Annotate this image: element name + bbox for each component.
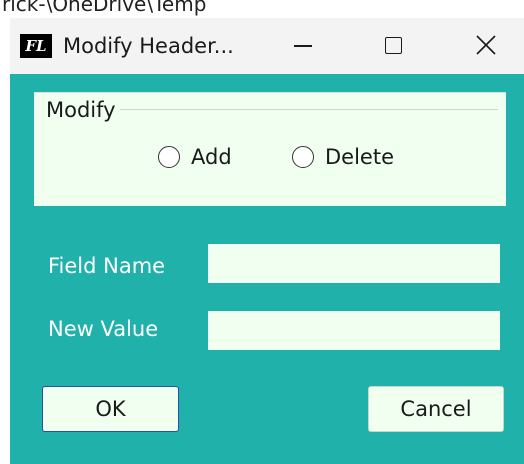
modify-group: Modify Add Delete <box>34 92 506 206</box>
delete-radio-circle[interactable] <box>292 146 314 168</box>
app-logo-icon: FL <box>20 34 52 58</box>
background-path-text: rick-\OneDrive\Temp <box>2 0 207 16</box>
add-radio-circle[interactable] <box>158 146 180 168</box>
add-radio-label: Add <box>191 145 232 169</box>
window-title: Modify Header... <box>63 34 234 58</box>
title-bar[interactable]: FL Modify Header... <box>10 18 524 74</box>
cancel-button[interactable]: Cancel <box>368 386 504 432</box>
ok-button[interactable]: OK <box>42 386 179 432</box>
close-button[interactable] <box>463 18 509 74</box>
minimize-button[interactable] <box>280 18 326 74</box>
minimize-icon <box>294 45 312 47</box>
field-name-label: Field Name <box>48 254 166 278</box>
field-name-input[interactable] <box>208 244 500 283</box>
modify-group-label: Modify <box>42 96 120 124</box>
new-value-label: New Value <box>48 317 159 341</box>
delete-radio[interactable]: Delete <box>292 143 394 171</box>
new-value-input[interactable] <box>208 311 500 350</box>
modify-header-dialog: FL Modify Header... Modify Add Delete Fi… <box>10 18 524 464</box>
add-radio[interactable]: Add <box>158 143 232 171</box>
maximize-button[interactable] <box>371 18 417 74</box>
delete-radio-label: Delete <box>325 145 394 169</box>
close-icon <box>476 35 496 55</box>
maximize-icon <box>385 37 402 54</box>
